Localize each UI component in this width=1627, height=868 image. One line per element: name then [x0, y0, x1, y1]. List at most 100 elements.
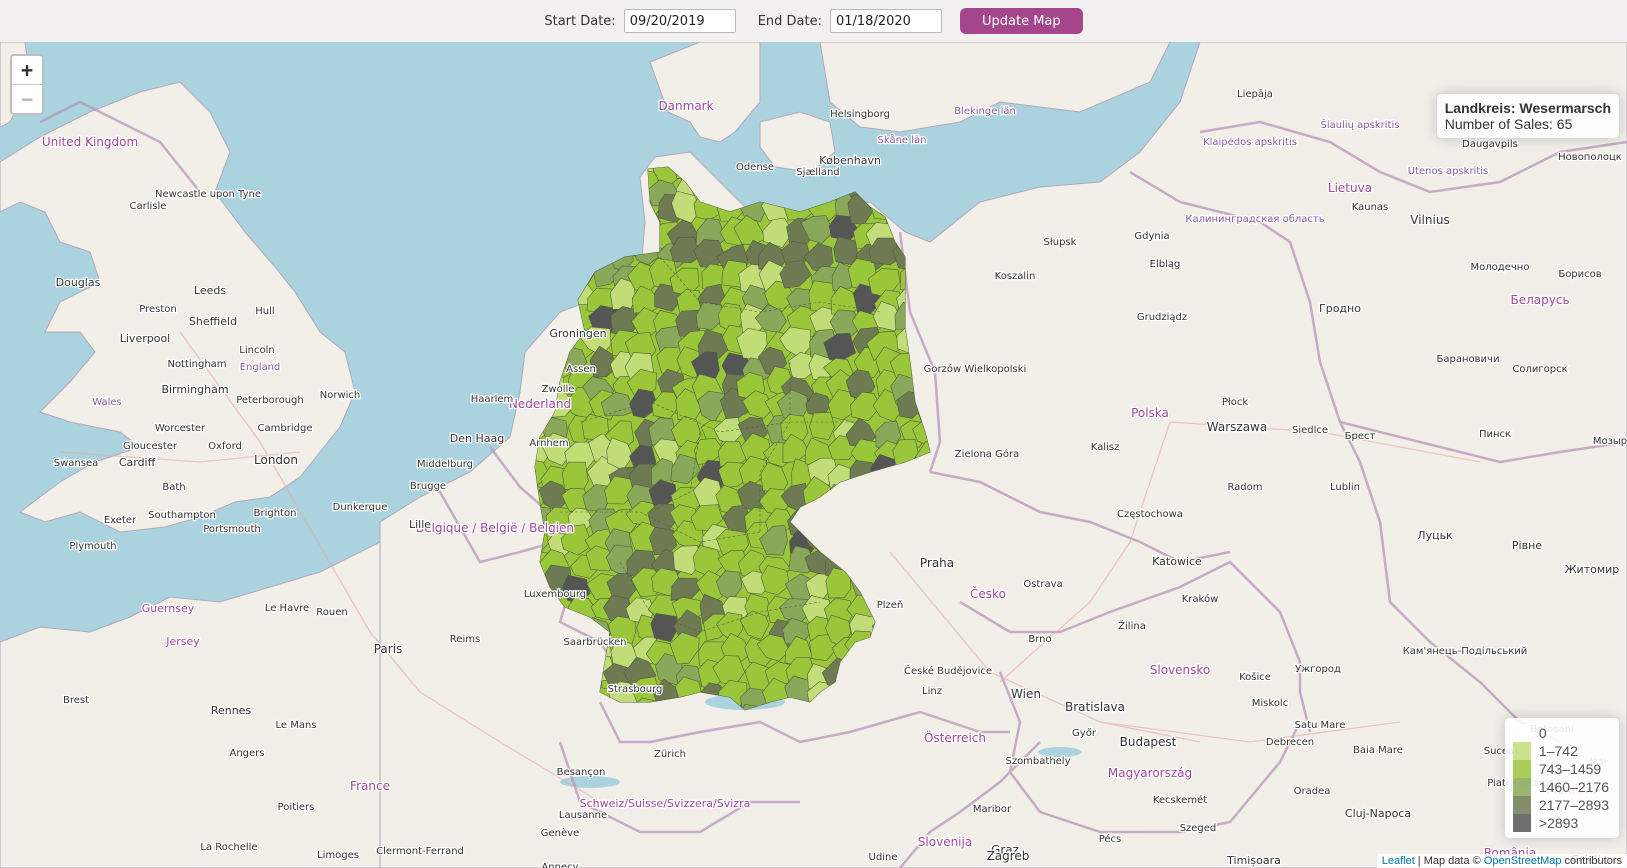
place-label: København [819, 154, 881, 167]
place-label: Danmark [658, 99, 713, 113]
legend-item: 1460–2176 [1512, 778, 1609, 796]
map-canvas[interactable]: Danmark United Kingdom Nederland Belgique /… [0, 42, 1627, 868]
place-label: Plymouth [69, 541, 116, 552]
place-label: Baia Mare [1353, 745, 1403, 756]
place-label: Bratislava [1065, 700, 1125, 714]
leaflet-link[interactable]: Leaflet [1382, 855, 1415, 867]
legend-label: 1460–2176 [1538, 779, 1609, 795]
place-label: Elbląg [1150, 259, 1181, 270]
legend-item: 0 [1512, 724, 1609, 742]
place-label: Strasbourg [608, 684, 663, 695]
place-label: Cluj-Napoca [1345, 807, 1411, 820]
place-label: Nottingham [167, 359, 226, 370]
place-label: Preston [139, 304, 177, 315]
update-map-button[interactable]: Update Map [959, 8, 1083, 34]
legend-item: >2893 [1512, 814, 1609, 832]
info-title: Landkreis: Wesermarsch [1444, 100, 1611, 116]
legend-label: 2177–2893 [1538, 797, 1609, 813]
end-date-label: End Date: [757, 13, 822, 29]
place-label: Nederland [509, 397, 571, 411]
osm-link[interactable]: OpenStreetMap [1484, 855, 1562, 867]
place-label: Ostrava [1023, 579, 1062, 590]
place-label: Wales [92, 397, 122, 408]
legend-swatch [1512, 796, 1531, 814]
place-label: Kaunas [1352, 202, 1389, 213]
place-label: Guernsey [142, 602, 195, 615]
place-label: Sheffield [189, 315, 237, 328]
place-label: Haarlem [471, 394, 514, 405]
place-label: Limoges [317, 850, 359, 861]
place-label: Пинск [1479, 429, 1511, 440]
info-box: Landkreis: Wesermarsch Number of Sales: … [1436, 94, 1619, 138]
place-label: Kecskemét [1153, 794, 1207, 806]
legend-label: >2893 [1538, 815, 1579, 831]
place-label: Birmingham [161, 383, 228, 396]
place-label: Angers [230, 748, 265, 759]
place-label: Zürich [654, 749, 686, 760]
place-label: Blekinge län [954, 106, 1016, 117]
place-label: Magyarország [1108, 766, 1192, 780]
district[interactable] [809, 411, 835, 441]
place-label: Wien [1011, 687, 1041, 701]
place-label: Besançon [557, 767, 606, 778]
place-label: Lietuva [1328, 181, 1372, 195]
place-label: Gdynia [1134, 231, 1169, 242]
place-label: Płock [1222, 397, 1248, 408]
zoom-out-button[interactable]: − [12, 84, 42, 113]
place-label: Annecy [541, 862, 578, 868]
place-label: Schweiz/Suisse/Svizzera/Svizra [580, 797, 751, 810]
legend-swatch [1512, 760, 1531, 778]
place-label: Молодечно [1471, 262, 1530, 273]
place-label: Paris [374, 642, 403, 656]
place-label: Udine [869, 852, 898, 863]
start-date-input[interactable] [623, 9, 736, 33]
place-label: Saarbrücken [564, 637, 627, 648]
place-label: Sjælland [796, 167, 839, 178]
place-label: Солигорск [1512, 364, 1567, 375]
place-label: Житомир [1565, 563, 1620, 576]
legend-swatch [1512, 814, 1531, 832]
place-label: Genève [541, 827, 579, 839]
place-label: Siedlce [1292, 425, 1328, 436]
legend-label: 743–1459 [1538, 761, 1602, 777]
legend-swatch [1512, 742, 1531, 760]
place-label: Szeged [1180, 823, 1217, 834]
place-label: Belgique / België / Belgien [416, 521, 574, 535]
attribution: Leaflet | Map data © OpenStreetMap contr… [1376, 854, 1627, 868]
end-date-input[interactable] [829, 9, 942, 33]
map-svg: Danmark United Kingdom Nederland Belgique /… [0, 42, 1627, 868]
legend-swatch [1512, 778, 1531, 796]
place-label: Rouen [316, 607, 347, 618]
district[interactable] [650, 613, 677, 643]
place-label: Cardiff [119, 456, 156, 469]
place-label: Douglas [56, 276, 101, 289]
place-label: Brighton [254, 508, 297, 519]
legend-item: 743–1459 [1512, 760, 1609, 778]
place-label: La Rochelle [200, 842, 257, 853]
place-label: Portsmouth [203, 524, 261, 535]
district[interactable] [833, 236, 858, 266]
place-label: Linz [922, 686, 942, 697]
place-label: Луцьк [1417, 529, 1453, 542]
place-label: Lausanne [559, 810, 607, 821]
legend-item: 2177–2893 [1512, 796, 1609, 814]
district[interactable] [561, 461, 589, 492]
place-label: Brugge [410, 481, 446, 492]
place-label: Liverpool [120, 332, 170, 345]
place-label: Oradea [1294, 786, 1331, 797]
place-label: Кам'янець-Подільський [1403, 645, 1528, 657]
place-label: Jersey [165, 635, 200, 648]
place-label: Dunkerque [333, 502, 388, 513]
zoom-in-button[interactable]: + [12, 56, 42, 84]
place-label: Assen [566, 364, 596, 375]
place-label: Satu Mare [1295, 720, 1346, 731]
place-label: Miskolc [1252, 698, 1288, 709]
zoom-control: + − [10, 54, 44, 115]
place-label: Lincoln [239, 345, 274, 356]
place-label: Калининградская область [1185, 214, 1324, 225]
place-label: United Kingdom [42, 135, 138, 149]
info-detail: Number of Sales: 65 [1444, 116, 1573, 132]
place-label: Polska [1131, 406, 1169, 420]
place-label: Odense [736, 162, 774, 173]
start-date-label: Start Date: [544, 13, 616, 29]
